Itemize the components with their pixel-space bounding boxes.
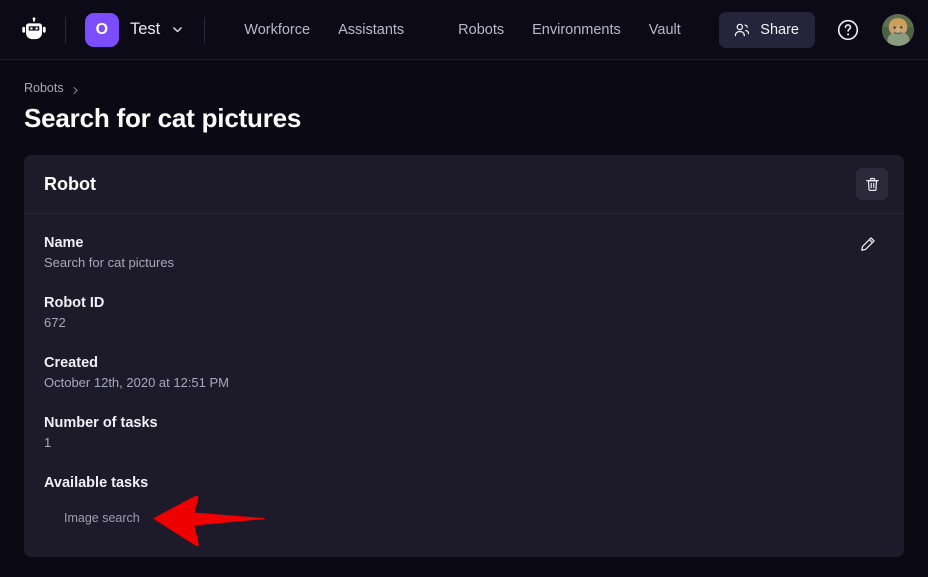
field-created-label: Created bbox=[44, 355, 98, 371]
card-header: Robot bbox=[24, 155, 904, 214]
header-divider-2 bbox=[204, 16, 206, 43]
field-created-value: October 12th, 2020 at 12:51 PM bbox=[44, 375, 230, 390]
field-number-of-tasks: Number of tasks 1 bbox=[44, 415, 884, 450]
pencil-icon bbox=[858, 235, 877, 254]
field-robot-id-label: Robot ID bbox=[44, 295, 105, 311]
field-number-of-tasks-label: Number of tasks bbox=[44, 415, 158, 431]
field-robot-id-value: 672 bbox=[44, 315, 66, 330]
field-robot-id: Robot ID 672 bbox=[44, 295, 884, 330]
page-title: Search for cat pictures bbox=[24, 103, 302, 133]
chevron-down-icon bbox=[171, 23, 184, 36]
list-item[interactable]: Image search bbox=[44, 511, 884, 525]
avatar[interactable] bbox=[882, 13, 914, 46]
field-available-tasks-label: Available tasks bbox=[44, 475, 149, 491]
trash-icon bbox=[864, 176, 881, 193]
breadcrumb-item-robots[interactable]: Robots bbox=[24, 81, 64, 95]
question-circle-icon bbox=[836, 18, 860, 42]
top-navigation-bar: O Test Workforce Assistants Robots Envir… bbox=[0, 0, 928, 60]
nav-item-robots[interactable]: Robots bbox=[444, 16, 518, 44]
people-icon bbox=[733, 21, 751, 39]
field-name-label: Name bbox=[44, 235, 84, 251]
card-title: Robot bbox=[44, 173, 96, 194]
nav-item-environments[interactable]: Environments bbox=[518, 16, 635, 44]
nav-item-assistants[interactable]: Assistants bbox=[324, 16, 418, 44]
share-button[interactable]: Share bbox=[719, 11, 815, 48]
help-button[interactable] bbox=[835, 17, 861, 43]
card-body: Name Search for cat pictures Robot ID 67… bbox=[24, 214, 904, 525]
robot-head-icon[interactable] bbox=[20, 16, 48, 44]
field-name-value: Search for cat pictures bbox=[44, 255, 175, 270]
field-available-tasks: Available tasks Image search bbox=[44, 475, 884, 525]
edit-name-button[interactable] bbox=[854, 231, 880, 257]
field-number-of-tasks-value: 1 bbox=[44, 435, 52, 450]
org-name: Test bbox=[130, 20, 161, 38]
header-divider-1 bbox=[65, 16, 66, 43]
field-created: Created October 12th, 2020 at 12:51 PM bbox=[44, 355, 884, 390]
organization-switcher[interactable]: O Test bbox=[85, 12, 184, 47]
share-button-label: Share bbox=[760, 21, 799, 38]
org-badge: O bbox=[85, 12, 119, 47]
robot-detail-card: Robot Name Search for cat pictures Robot… bbox=[24, 155, 904, 557]
chevron-right-icon bbox=[71, 84, 80, 94]
available-tasks-list: Image search bbox=[44, 511, 884, 525]
field-name: Name Search for cat pictures bbox=[44, 235, 884, 270]
breadcrumb: Robots bbox=[24, 81, 928, 95]
main-nav: Workforce Assistants Robots Environments… bbox=[230, 16, 695, 44]
nav-item-vault[interactable]: Vault bbox=[635, 16, 695, 44]
nav-item-workforce[interactable]: Workforce bbox=[230, 16, 324, 44]
delete-robot-button[interactable] bbox=[856, 168, 888, 200]
